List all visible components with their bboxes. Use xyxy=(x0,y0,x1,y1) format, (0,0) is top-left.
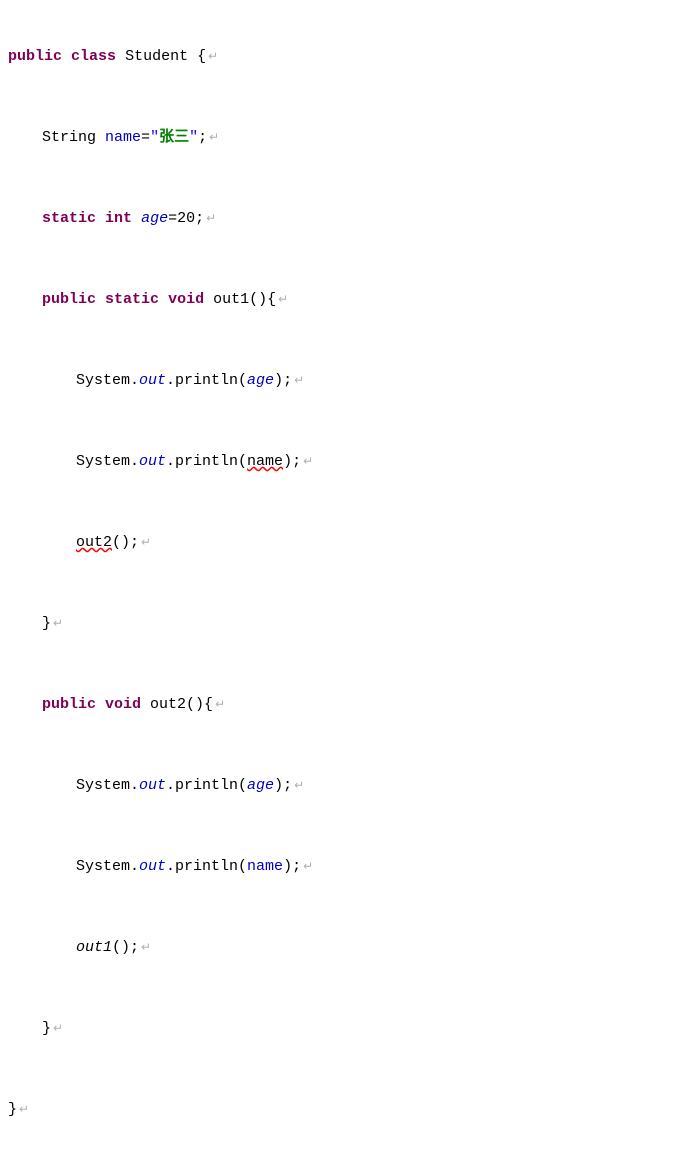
arg-age: age xyxy=(247,372,274,389)
println: .println( xyxy=(166,777,247,794)
type: String xyxy=(42,129,96,146)
keyword-class: class xyxy=(71,48,116,65)
code-line: public static void out1(){↵ xyxy=(0,289,685,310)
return-icon: ↵ xyxy=(19,1103,29,1117)
method-name: out1(){ xyxy=(204,291,276,308)
code-line: System.out.println(name);↵ xyxy=(0,856,685,877)
semicolon: ; xyxy=(198,129,207,146)
println: .println( xyxy=(166,372,247,389)
code-line: }↵ xyxy=(0,1018,685,1039)
code-block: public class Student {↵ String name="张三"… xyxy=(0,4,685,1166)
code-line: String name="张三";↵ xyxy=(0,127,685,148)
keyword-void: void xyxy=(168,291,204,308)
keyword-public: public xyxy=(8,48,62,65)
return-icon: ↵ xyxy=(53,1022,63,1036)
string-quote: " xyxy=(150,129,159,146)
brace: { xyxy=(188,48,206,65)
code-line: System.out.println(age);↵ xyxy=(0,370,685,391)
system: System. xyxy=(76,453,139,470)
return-icon: ↵ xyxy=(215,698,225,712)
brace: } xyxy=(42,1020,51,1037)
keyword-void: void xyxy=(105,696,141,713)
return-icon: ↵ xyxy=(294,779,304,793)
keyword-public: public xyxy=(42,291,96,308)
code-line: public void out2(){↵ xyxy=(0,694,685,715)
system: System. xyxy=(76,858,139,875)
return-icon: ↵ xyxy=(206,212,216,226)
return-icon: ↵ xyxy=(294,374,304,388)
keyword-static: static xyxy=(42,210,96,227)
end: ); xyxy=(274,372,292,389)
code-line: static int age=20;↵ xyxy=(0,208,685,229)
end: ); xyxy=(274,777,292,794)
rest: =20; xyxy=(168,210,204,227)
system: System. xyxy=(76,372,139,389)
return-icon: ↵ xyxy=(53,617,63,631)
field-age: age xyxy=(141,210,168,227)
return-icon: ↵ xyxy=(303,860,313,874)
return-icon: ↵ xyxy=(278,293,288,307)
keyword-int: int xyxy=(105,210,132,227)
return-icon: ↵ xyxy=(303,455,313,469)
call-out1: out1 xyxy=(76,939,112,956)
field-name: name xyxy=(105,129,141,146)
arg-name-error: name xyxy=(247,453,283,470)
println: .println( xyxy=(166,453,247,470)
end: ); xyxy=(283,858,301,875)
out-field: out xyxy=(139,858,166,875)
code-line: out2();↵ xyxy=(0,532,685,553)
end: ); xyxy=(283,453,301,470)
method-name: out2(){ xyxy=(141,696,213,713)
out-field: out xyxy=(139,453,166,470)
keyword-static: static xyxy=(105,291,159,308)
keyword-public: public xyxy=(42,696,96,713)
code-line: }↵ xyxy=(0,1099,685,1120)
println: .println( xyxy=(166,858,247,875)
code-line: public class Student {↵ xyxy=(0,46,685,67)
out-field: out xyxy=(139,777,166,794)
out-field: out xyxy=(139,372,166,389)
arg-name: name xyxy=(247,858,283,875)
return-icon: ↵ xyxy=(208,50,218,64)
code-line: }↵ xyxy=(0,613,685,634)
call-out2-error: out2 xyxy=(76,534,112,551)
brace: } xyxy=(42,615,51,632)
return-icon: ↵ xyxy=(141,941,151,955)
class-name: Student xyxy=(125,48,188,65)
string-value: 张三 xyxy=(159,129,189,146)
return-icon: ↵ xyxy=(141,536,151,550)
system: System. xyxy=(76,777,139,794)
code-line: System.out.println(age);↵ xyxy=(0,775,685,796)
end: (); xyxy=(112,939,139,956)
string-quote: " xyxy=(189,129,198,146)
arg-age: age xyxy=(247,777,274,794)
brace: } xyxy=(8,1101,17,1118)
code-line: out1();↵ xyxy=(0,937,685,958)
code-line: System.out.println(name);↵ xyxy=(0,451,685,472)
return-icon: ↵ xyxy=(209,131,219,145)
eq: = xyxy=(141,129,150,146)
end: (); xyxy=(112,534,139,551)
